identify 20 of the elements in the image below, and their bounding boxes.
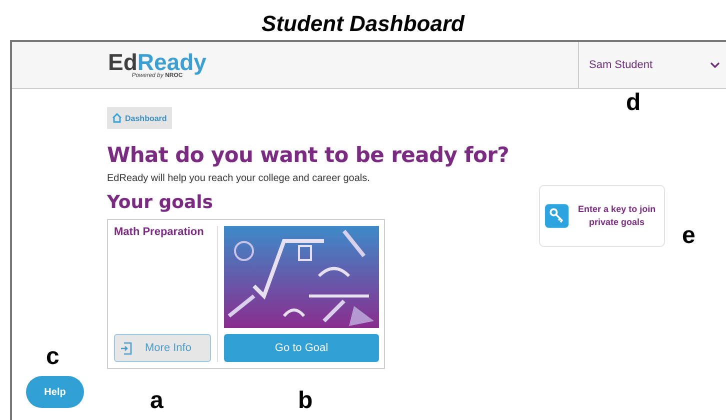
join-key-card[interactable]: Enter a key to join private goals [539, 185, 665, 247]
sign-in-icon [120, 342, 133, 354]
section-heading: Your goals [107, 192, 214, 213]
user-menu[interactable]: Sam Student [578, 42, 726, 88]
go-to-goal-button[interactable]: Go to Goal [224, 334, 379, 362]
home-icon [112, 113, 122, 123]
page-heading: What do you want to be ready for? [107, 143, 510, 167]
chevron-down-icon [710, 62, 720, 68]
page-subtitle: EdReady will help you reach your college and career goals. [107, 173, 371, 184]
callout-letter: d [626, 90, 641, 116]
logo-text[interactable]: EdReady [108, 51, 206, 73]
callout-letter: c [46, 344, 60, 370]
more-info-button[interactable]: More Info [114, 334, 211, 362]
callout-letter: b [298, 388, 313, 414]
callout-letter: e [682, 223, 696, 249]
figure-title: Student Dashboard [260, 10, 466, 38]
breadcrumb-link[interactable]: Dashboard [107, 107, 172, 129]
goal-title: Math Preparation [114, 226, 205, 239]
callout-letter: a [150, 388, 164, 414]
help-button[interactable]: Help [26, 376, 84, 408]
